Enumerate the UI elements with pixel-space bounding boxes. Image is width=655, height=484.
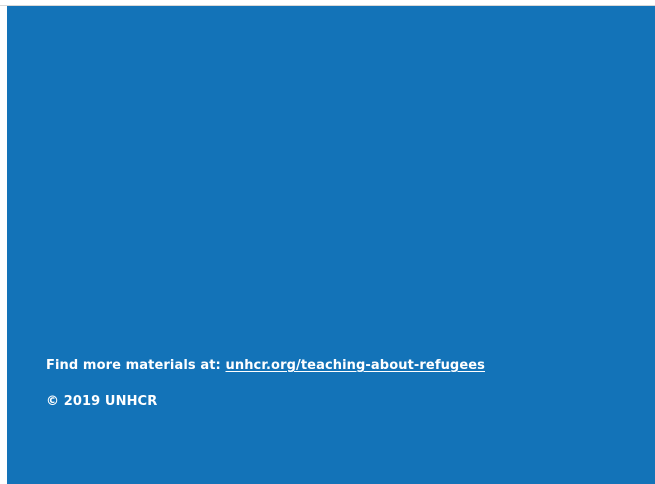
document-page: Find more materials at: unhcr.org/teachi…: [0, 0, 655, 484]
copyright-notice: © 2019 UNHCR: [46, 394, 158, 409]
materials-prefix: Find more materials at:: [46, 358, 226, 373]
materials-line: Find more materials at: unhcr.org/teachi…: [46, 358, 485, 373]
materials-link[interactable]: unhcr.org/teaching-about-refugees: [225, 358, 485, 373]
blue-back-cover-panel: [7, 6, 655, 484]
